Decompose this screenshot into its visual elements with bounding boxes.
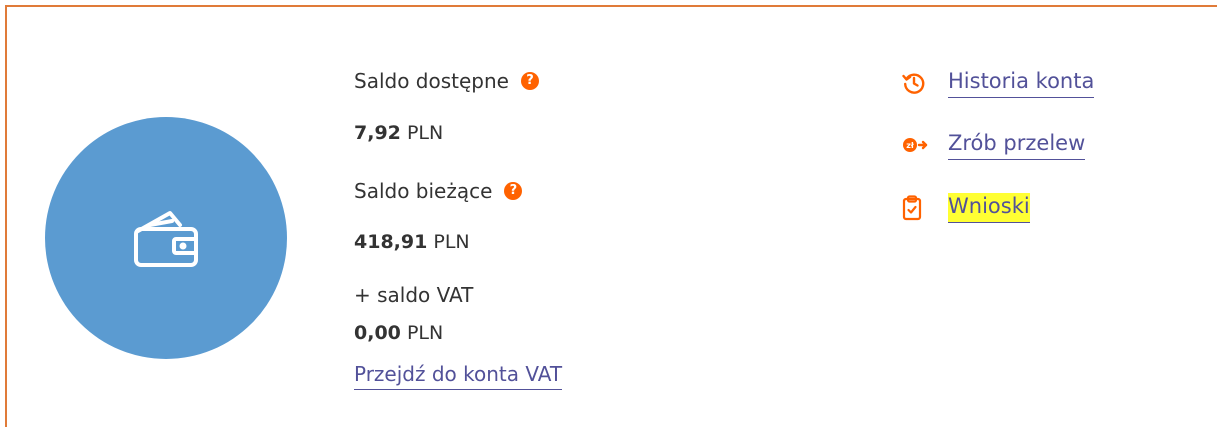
- current-balance-amount: 418,91 PLN: [354, 230, 470, 254]
- transfer-icon: zł: [902, 132, 930, 158]
- current-balance-label-row: Saldo bieżące ?: [354, 179, 523, 203]
- vat-account-link[interactable]: Przejdź do konta VAT: [354, 362, 563, 390]
- action-history[interactable]: Historia konta: [902, 68, 1095, 98]
- vat-balance-amount: 0,00 PLN: [354, 321, 443, 345]
- current-balance-label: Saldo bieżące: [354, 179, 493, 203]
- vat-balance-label-row: + saldo VAT: [354, 283, 473, 307]
- vat-balance-currency: PLN: [406, 322, 444, 344]
- wallet-badge: [45, 117, 287, 359]
- help-icon[interactable]: ?: [520, 72, 539, 90]
- available-balance-amount: 7,92 PLN: [354, 121, 443, 145]
- account-summary-panel: Saldo dostępne ? 7,92 PLN Saldo bieżące …: [5, 5, 1217, 427]
- help-icon[interactable]: ?: [504, 182, 523, 200]
- vat-balance-value: 0,00: [354, 322, 401, 344]
- vat-account-link-wrap: Przejdź do konta VAT: [354, 362, 563, 390]
- wallet-icon: [134, 211, 198, 267]
- available-balance-currency: PLN: [406, 122, 444, 144]
- vat-balance-label: + saldo VAT: [354, 283, 474, 307]
- available-balance-value: 7,92: [354, 122, 401, 144]
- action-applications[interactable]: Wnioski: [902, 193, 1030, 223]
- history-link[interactable]: Historia konta: [948, 68, 1095, 98]
- applications-link[interactable]: Wnioski: [948, 193, 1030, 223]
- clipboard-icon: [902, 195, 930, 221]
- current-balance-value: 418,91: [354, 231, 428, 253]
- available-balance-label-row: Saldo dostępne ?: [354, 69, 539, 93]
- available-balance-label: Saldo dostępne: [354, 69, 509, 93]
- svg-text:zł: zł: [906, 141, 915, 150]
- transfer-link[interactable]: Zrób przelew: [948, 130, 1086, 160]
- current-balance-currency: PLN: [433, 231, 470, 253]
- action-transfer[interactable]: zł Zrób przelew: [902, 130, 1086, 160]
- history-icon: [902, 70, 930, 96]
